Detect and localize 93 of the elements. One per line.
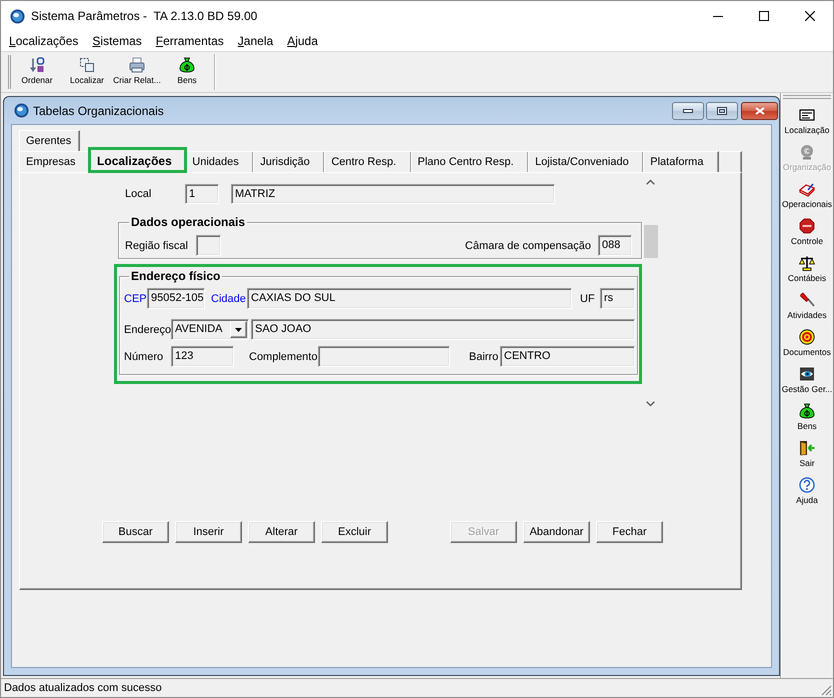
action-button[interactable]: Buscar (102, 521, 169, 543)
field-label: UF (580, 292, 595, 304)
action-button[interactable]: Fechar (596, 521, 663, 543)
input-field[interactable]: 95052-105 (147, 288, 205, 309)
menu-item[interactable]: Ajuda (280, 32, 325, 50)
card-icon (799, 107, 815, 123)
input-field[interactable]: 1 (185, 184, 219, 204)
window-title: Sistema Parâmetros - TA 2.13.0 BD 59.00 (31, 9, 258, 23)
input-field[interactable]: CENTRO (500, 346, 635, 367)
link[interactable]: CEP (124, 292, 147, 304)
toolbar-button[interactable]: Bens (162, 52, 212, 92)
input-field[interactable]: 088 (598, 235, 632, 256)
field-label: Câmara de compensação (465, 240, 591, 252)
tab[interactable]: Unidades (185, 151, 254, 172)
sidebar-button[interactable]: Operacionais (781, 179, 833, 216)
caret-icon (235, 328, 242, 332)
close-icon (805, 11, 815, 21)
input-field[interactable]: rs (600, 288, 635, 309)
group-title: Endereço físico (129, 269, 222, 283)
sidebar-button[interactable]: Gestão Ger... (781, 364, 833, 401)
chevron-down-icon[interactable] (646, 401, 655, 407)
sidebar-button[interactable]: Contábeis (781, 253, 833, 290)
menu-item[interactable]: Janela (230, 32, 280, 50)
action-button[interactable]: Abandonar (523, 521, 590, 543)
eye-icon (799, 366, 815, 382)
sphere-icon (10, 8, 25, 24)
tab[interactable]: Plataforma (643, 151, 719, 172)
window-title: Tabelas Organizacionais (33, 104, 164, 118)
action-button[interactable]: Excluir (321, 521, 388, 543)
input-field[interactable]: SAO JOAO (251, 319, 635, 340)
input-field[interactable]: CAXIAS DO SUL (247, 288, 572, 309)
group-title: Dados operacionais (129, 215, 248, 229)
menu-item[interactable]: Localizações (2, 32, 86, 50)
sidebar-button[interactable]: Sair (781, 438, 833, 475)
dropdown-button[interactable] (230, 321, 247, 338)
printer-icon (129, 57, 145, 73)
exit-door-icon (799, 440, 815, 456)
minimize-button[interactable] (672, 102, 704, 120)
sidebar-button[interactable]: Controle (781, 216, 833, 253)
book-icon (799, 181, 815, 197)
scales-icon (799, 255, 815, 271)
tab[interactable]: Localizações (88, 148, 188, 173)
toolbar-grip[interactable] (783, 95, 831, 99)
restore-button[interactable] (706, 102, 738, 120)
screwdriver-icon (799, 292, 815, 308)
globe-icon (799, 144, 815, 160)
field-label: Bairro (469, 350, 498, 362)
sort-icon (29, 57, 45, 73)
input-field[interactable] (318, 346, 450, 367)
maximize-icon (759, 11, 769, 21)
close-icon (754, 106, 764, 114)
dropdown-field[interactable]: AVENIDA (171, 319, 249, 340)
field-label: Endereço (124, 324, 172, 336)
input-field[interactable]: MATRIZ (231, 184, 555, 204)
toolbar-button[interactable]: Localizar (62, 52, 112, 92)
restore-icon (717, 106, 727, 114)
sidebar-button[interactable]: Bens (781, 401, 833, 438)
toolbar-button[interactable]: Criar Relat... (112, 52, 162, 92)
input-field[interactable]: 123 (171, 346, 234, 367)
tab[interactable]: Jurisdição (253, 151, 326, 172)
target-icon (799, 329, 815, 345)
minimize-icon (683, 108, 693, 112)
stop-sign-icon (799, 218, 815, 234)
sidebar-button[interactable]: Atividades (781, 290, 833, 327)
sidebar-button[interactable]: Ajuda (781, 475, 833, 512)
tab[interactable]: Centro Resp. (324, 151, 412, 172)
link[interactable]: Cidade (211, 292, 246, 304)
toolbar-grip[interactable] (8, 55, 11, 89)
action-button[interactable]: Alterar (248, 521, 315, 543)
field-label: Região fiscal (125, 240, 188, 252)
help-icon (799, 477, 815, 493)
tab[interactable]: Gerentes (19, 130, 80, 151)
sidebar-button[interactable]: Localização (781, 105, 833, 142)
action-button[interactable]: Inserir (175, 521, 242, 543)
menu-item[interactable]: Ferramentas (148, 32, 231, 50)
money-bag-icon (179, 57, 195, 73)
menu-item[interactable]: Sistemas (85, 32, 149, 50)
close-button[interactable] (741, 102, 778, 120)
field-label: Número (124, 350, 164, 362)
toolbar-button[interactable]: Ordenar (12, 52, 62, 92)
squares-icon (79, 57, 95, 73)
money-bag-icon (799, 403, 815, 419)
status-message: Dados atualizados com sucesso (4, 682, 162, 694)
input-field[interactable] (196, 235, 221, 256)
field-label: Complemento (249, 350, 318, 362)
tab[interactable]: Lojista/Conveniado (528, 151, 644, 172)
scrollbar-thumb[interactable] (644, 225, 658, 258)
sidebar-button[interactable]: Documentos (781, 327, 833, 364)
chevron-up-icon[interactable] (646, 179, 655, 185)
resize-grip-icon[interactable] (821, 685, 832, 696)
sphere-icon (14, 103, 29, 118)
field-label: Local (125, 188, 152, 200)
tab[interactable]: Plano Centro Resp. (410, 151, 530, 172)
